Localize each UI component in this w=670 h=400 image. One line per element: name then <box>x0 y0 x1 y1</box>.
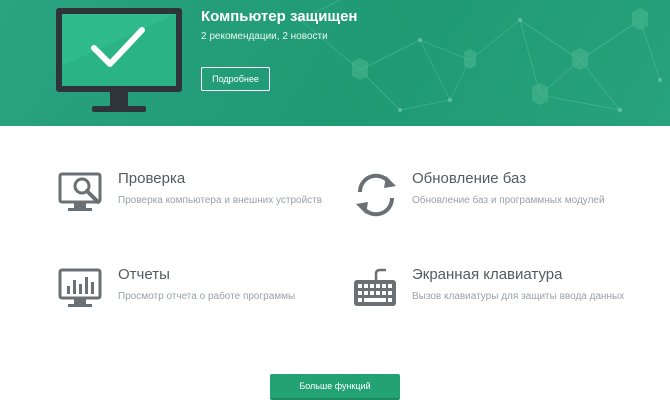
scan-icon <box>58 172 102 211</box>
scan-description: Проверка компьютера и внешних устройств <box>118 195 323 206</box>
update-icon <box>356 173 396 217</box>
status-banner: Компьютер защищен 2 рекомендации, 2 ново… <box>0 0 670 126</box>
scan-title: Проверка <box>118 170 186 187</box>
keyboard-description: Вызов клавиатуры для защиты ввода данных <box>412 291 625 302</box>
reports-description: Просмотр отчета о работе программы <box>118 291 296 302</box>
status-title: Компьютер защищен <box>201 8 358 25</box>
keyboard-tile[interactable]: Экранная клавиатура Вызов клавиатуры для… <box>352 266 642 326</box>
details-button[interactable]: Подробнее <box>201 67 270 91</box>
status-subtitle[interactable]: 2 рекомендации, 2 новости <box>201 31 328 42</box>
keyboard-title: Экранная клавиатура <box>412 266 563 283</box>
reports-title: Отчеты <box>118 266 170 283</box>
keyboard-icon <box>354 268 396 306</box>
more-functions-button[interactable]: Больше функций <box>270 374 400 400</box>
protected-monitor-icon <box>56 8 182 112</box>
scan-tile[interactable]: Проверка Проверка компьютера и внешних у… <box>58 170 348 230</box>
reports-tile[interactable]: Отчеты Просмотр отчета о работе программ… <box>58 266 348 326</box>
update-tile[interactable]: Обновление баз Обновление баз и программ… <box>352 170 642 230</box>
reports-icon <box>58 268 102 307</box>
update-description: Обновление баз и программных модулей <box>412 195 605 206</box>
update-title: Обновление баз <box>412 170 527 187</box>
